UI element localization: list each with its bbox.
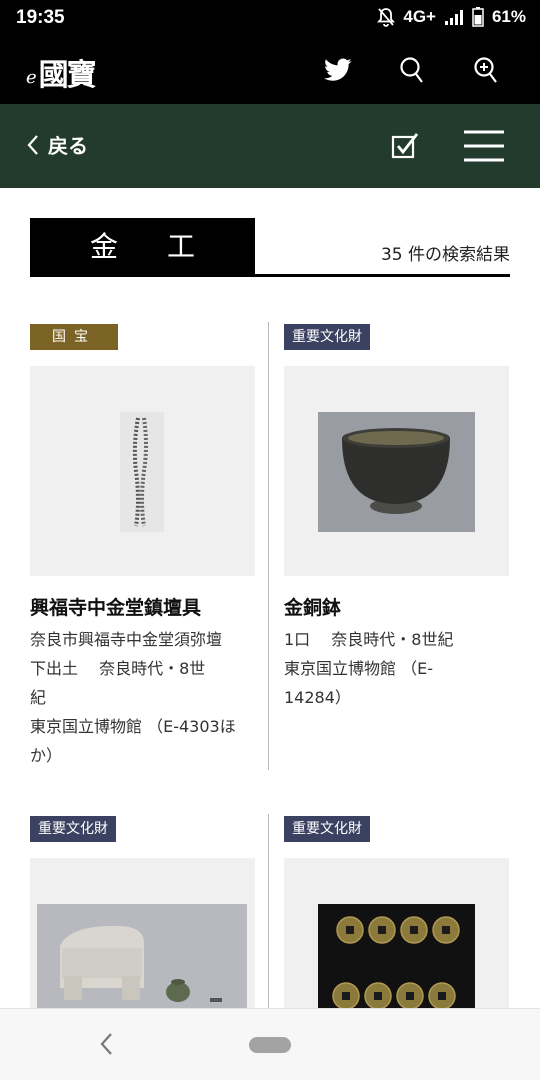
back-label: 戻る [48, 134, 88, 158]
item-image [120, 412, 164, 532]
column-divider [268, 322, 269, 770]
zoom-in-icon [474, 57, 497, 83]
item-card[interactable]: 重要文化財 [284, 324, 509, 350]
status-bar: 19:35 4G+ 61% [0, 0, 540, 38]
result-count: 35 件の検索結果 [380, 245, 510, 265]
item-thumbnail[interactable] [284, 366, 509, 576]
zoom-in-button[interactable] [468, 52, 504, 88]
important-cultural-property-badge: 重要文化財 [284, 324, 370, 350]
logo-text: 國寶 [38, 58, 97, 93]
category-underline [30, 274, 510, 277]
menu-button[interactable] [464, 128, 504, 168]
notifications-off-icon [377, 8, 396, 27]
item-title[interactable]: 興福寺中金堂鎮壇具 [30, 593, 270, 620]
system-nav-bar [0, 1008, 540, 1080]
national-treasure-badge: 国宝 [30, 324, 118, 350]
column-divider [268, 814, 269, 1008]
chevron-left-icon [100, 1033, 112, 1055]
back-button[interactable]: 戻る [26, 130, 88, 159]
checkbox-icon [391, 133, 419, 159]
item-image [318, 412, 475, 532]
system-back-button[interactable] [98, 1031, 114, 1061]
item-card[interactable]: 国宝 [30, 324, 255, 350]
status-time: 19:35 [16, 7, 65, 28]
item-thumbnail[interactable] [30, 366, 255, 576]
battery-icon [472, 7, 484, 27]
logo-e: e [26, 67, 37, 88]
item-image [318, 904, 475, 1010]
battery-level: 61% [491, 7, 526, 26]
category-tab: 金 工 [30, 218, 255, 276]
item-thumbnail[interactable] [30, 858, 255, 1008]
item-title[interactable]: 金銅鉢 [284, 593, 524, 620]
item-thumbnail[interactable] [284, 858, 509, 1010]
item-image [37, 904, 247, 1008]
twitter-button[interactable] [320, 52, 356, 88]
app-header: e 國寶 [0, 38, 540, 104]
item-card[interactable]: 重要文化財 [284, 816, 509, 842]
search-icon [400, 57, 423, 83]
status-icons: 4G+ 61% [377, 7, 526, 27]
search-button[interactable] [394, 52, 430, 88]
signal-icon [444, 10, 463, 25]
item-description: 奈良市興福寺中金堂須弥壇 下出土 奈良時代・8世 紀 東京国立博物館 （E-43… [30, 630, 236, 765]
checklist-button[interactable] [390, 130, 420, 164]
important-cultural-property-badge: 重要文化財 [284, 816, 370, 842]
navigation-bar: 戻る [0, 104, 540, 188]
twitter-icon [324, 58, 352, 81]
chevron-left-icon [27, 134, 38, 155]
home-gesture-pill[interactable] [249, 1037, 291, 1053]
hamburger-menu-icon [464, 130, 504, 162]
network-type: 4G+ [403, 7, 436, 26]
item-card[interactable]: 重要文化財 [30, 816, 255, 842]
app-logo[interactable]: e 國寶 [26, 50, 97, 94]
item-description: 1口 奈良時代・8世紀 東京国立博物館 （E- 14284） [284, 630, 454, 707]
important-cultural-property-badge: 重要文化財 [30, 816, 116, 842]
